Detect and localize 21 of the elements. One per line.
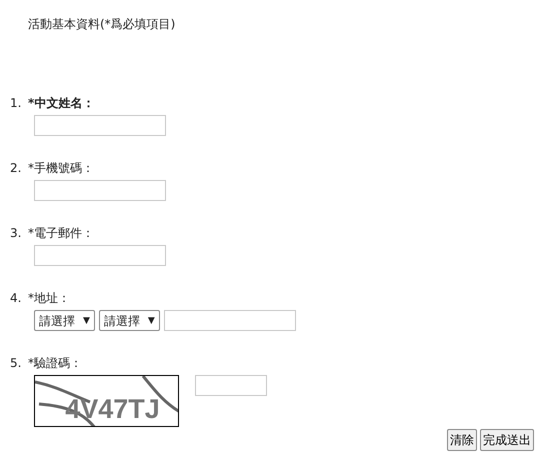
- item-number: 4.: [10, 290, 22, 306]
- item-number: 2.: [10, 160, 22, 176]
- item-number: 5.: [10, 355, 22, 371]
- field-label: *電子郵件：: [28, 226, 94, 240]
- form-button[interactable]: 清除: [447, 429, 477, 451]
- text-input[interactable]: [34, 180, 166, 201]
- field-label: *地址：: [28, 291, 70, 305]
- dropdown[interactable]: 請選擇 ▼: [98, 310, 160, 331]
- text-input[interactable]: [34, 245, 166, 266]
- dropdown[interactable]: 請選擇 ▼: [34, 310, 95, 331]
- item-number: 1.: [10, 95, 22, 111]
- address-input[interactable]: [164, 310, 296, 331]
- captcha-image: 4V47TJ: [34, 375, 179, 427]
- captcha-input[interactable]: [195, 375, 267, 396]
- form-button[interactable]: 完成送出: [480, 429, 534, 451]
- field-label: *驗證碼：: [28, 356, 82, 370]
- field-label: *手機號碼：: [28, 161, 94, 175]
- form-title: 活動基本資料(*爲必填項目): [28, 16, 176, 32]
- field-label: *中文姓名：: [28, 96, 94, 110]
- text-input[interactable]: [34, 115, 166, 136]
- item-number: 3.: [10, 225, 22, 241]
